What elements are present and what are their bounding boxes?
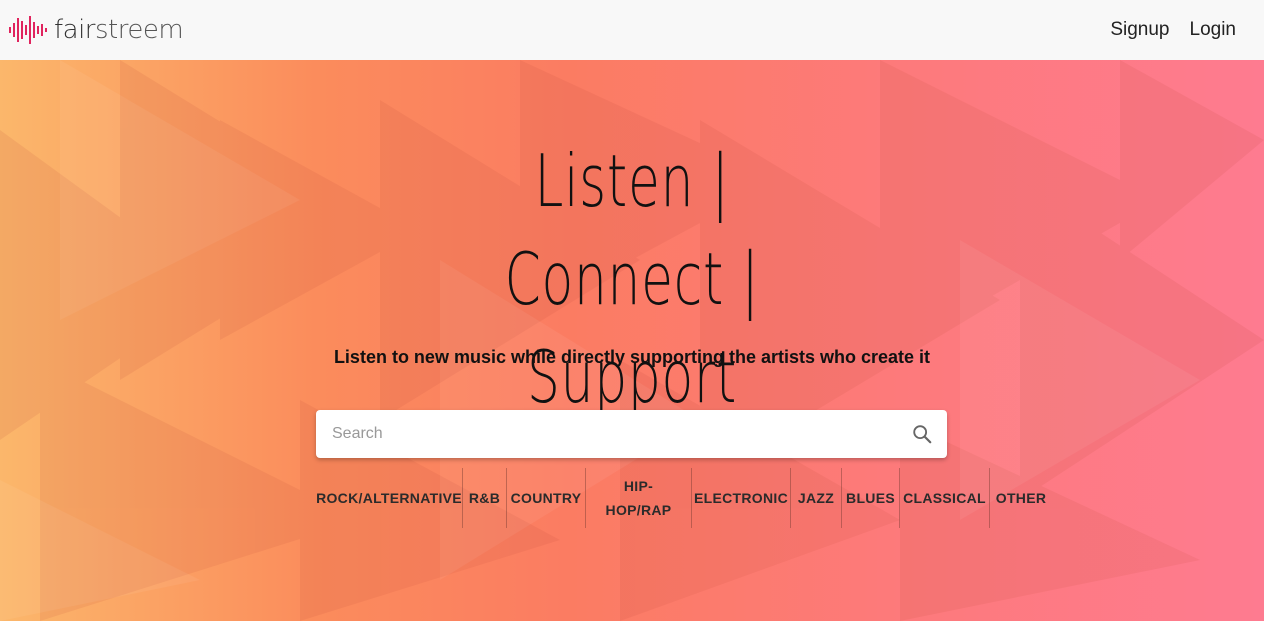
genre-country[interactable]: COUNTRY — [507, 468, 586, 528]
search-icon[interactable] — [911, 423, 933, 445]
top-navbar: fairstreem Signup Login — [0, 0, 1264, 60]
login-link[interactable]: Login — [1190, 19, 1237, 41]
signup-link[interactable]: Signup — [1110, 19, 1169, 41]
brand-name: fairstreem — [54, 15, 184, 45]
hero-subtitle: Listen to new music while directly suppo… — [333, 347, 931, 367]
genre-jazz[interactable]: JAZZ — [791, 468, 842, 528]
genre-rock-alternative[interactable]: ROCK/ALTERNATIVE — [316, 468, 463, 528]
soundwave-logo-icon — [9, 16, 47, 44]
search-bar — [316, 410, 947, 458]
brand-name-part2: streem — [95, 15, 184, 45]
genre-menu: ROCK/ALTERNATIVE R&B COUNTRY HIP-HOP/RAP… — [316, 468, 1052, 528]
search-input[interactable] — [332, 425, 911, 443]
genre-blues[interactable]: BLUES — [842, 468, 900, 528]
genre-electronic[interactable]: ELECTRONIC — [692, 468, 791, 528]
genre-hip-hop-rap[interactable]: HIP-HOP/RAP — [586, 468, 692, 528]
genre-other[interactable]: OTHER — [990, 468, 1052, 528]
brand-name-part1: fair — [54, 15, 96, 45]
genre-rnb[interactable]: R&B — [463, 468, 507, 528]
auth-links: Signup Login — [1110, 19, 1236, 41]
hero-section: Listen | Connect | Support Listen to new… — [0, 60, 1264, 621]
genre-classical[interactable]: CLASSICAL — [900, 468, 990, 528]
brand-logo-link[interactable]: fairstreem — [8, 15, 184, 45]
hero-title-line1: Listen | Connect | — [504, 139, 760, 321]
hero-title: Listen | Connect | Support — [422, 132, 842, 426]
